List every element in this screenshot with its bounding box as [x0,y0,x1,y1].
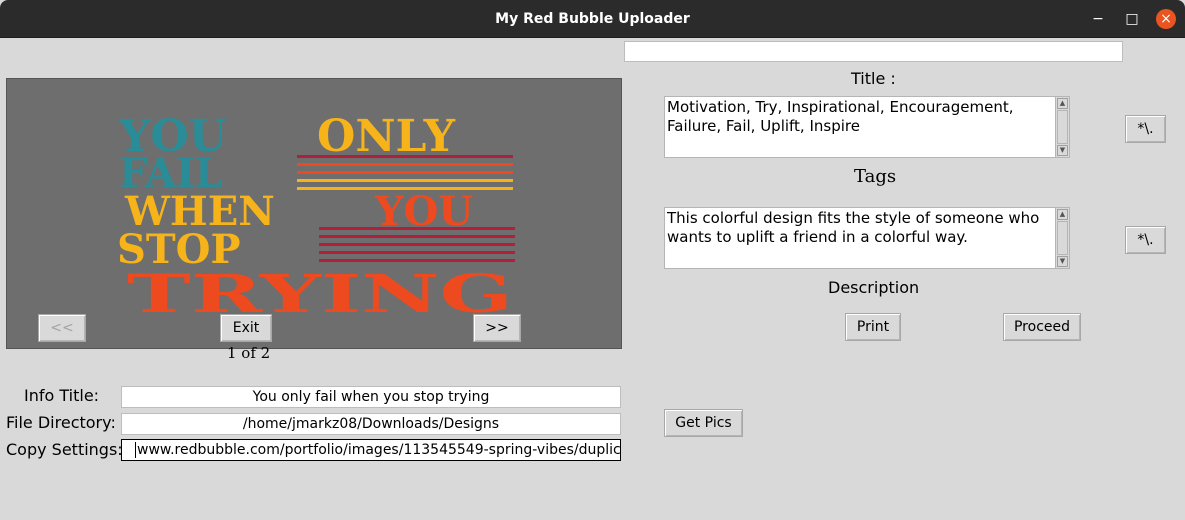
close-icon[interactable]: × [1156,9,1176,29]
exit-button[interactable]: Exit [220,314,272,342]
scroll-up-icon[interactable]: ▲ [1057,209,1068,220]
tags-scrollbar[interactable]: ▲ ▼ [1055,97,1069,157]
tags-text: Motivation, Try, Inspirational, Encourag… [667,98,1014,135]
file-directory-field[interactable]: /home/jmarkz08/Downloads/Designs [121,413,621,435]
file-directory-label: File Directory: [6,413,116,432]
get-pics-button[interactable]: Get Pics [664,409,743,437]
scroll-down-icon[interactable]: ▼ [1057,256,1068,267]
scroll-thumb[interactable] [1057,110,1068,144]
page-indicator: 1 of 2 [227,344,271,362]
scroll-down-icon[interactable]: ▼ [1057,145,1068,156]
copy-tags-button[interactable]: *\. [1125,115,1166,143]
description-scrollbar[interactable]: ▲ ▼ [1055,208,1069,268]
info-title-label: Info Title: [24,386,100,405]
window-title: My Red Bubble Uploader [495,11,690,27]
description-label: Description [828,278,920,297]
maximize-icon[interactable]: □ [1122,9,1142,29]
copy-settings-label: Copy Settings: [6,440,123,459]
print-button[interactable]: Print [845,313,901,341]
description-textbox[interactable]: This colorful design fits the style of s… [664,207,1070,269]
tags-label: Tags [854,166,897,187]
design-artwork: YOU ONLY FAIL WHEN YOU STOP TRYING [117,111,515,325]
copy-settings-field[interactable]: www.redbubble.com/portfolio/images/11354… [121,439,621,461]
scroll-up-icon[interactable]: ▲ [1057,98,1068,109]
top-entry-field[interactable] [624,41,1123,62]
image-preview: YOU ONLY FAIL WHEN YOU STOP TRYING [6,78,622,349]
art-word-trying: TRYING [127,264,513,325]
copy-description-button[interactable]: *\. [1125,226,1166,254]
window-content: YOU ONLY FAIL WHEN YOU STOP TRYING << Ex… [0,38,1185,520]
minimize-icon[interactable]: − [1088,9,1108,29]
info-title-field[interactable]: You only fail when you stop trying [121,386,621,408]
title-label: Title : [851,69,896,88]
art-word-only: ONLY [317,111,456,162]
description-text: This colorful design fits the style of s… [667,209,1040,246]
copy-settings-value: www.redbubble.com/portfolio/images/11354… [137,442,621,458]
text-caret [135,442,136,458]
next-button[interactable]: >> [473,314,521,342]
art-word-you-2: YOU [374,188,473,235]
proceed-button[interactable]: Proceed [1003,313,1081,341]
tags-textbox[interactable]: Motivation, Try, Inspirational, Encourag… [664,96,1070,158]
previous-button[interactable]: << [38,314,86,342]
window-titlebar: My Red Bubble Uploader − □ × [0,0,1185,38]
scroll-thumb[interactable] [1057,221,1068,255]
